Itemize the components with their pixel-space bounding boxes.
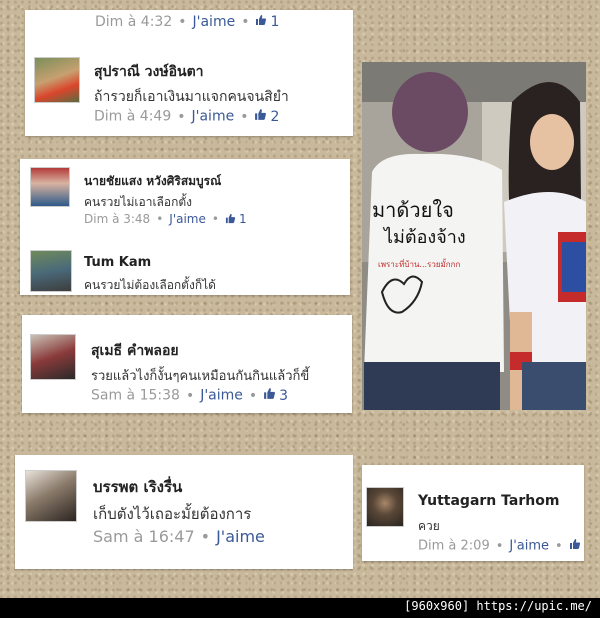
comment-card-1: Dim à 4:32 • J'aime • 1 สุปราณี วงษ์อินตา ถ้… bbox=[25, 10, 353, 136]
comment-text: ควย bbox=[418, 519, 440, 533]
commenter-name[interactable]: สุเมธี คำพลอย bbox=[91, 340, 179, 362]
comment-meta: Dim à 4:32 • J'aime • 1 bbox=[95, 14, 280, 30]
comment-text: เก็บตังไว้เถอะมั้ยต้องการ bbox=[93, 505, 252, 523]
comment-time[interactable]: Dim à 3:48 bbox=[84, 212, 150, 226]
comment-card-4: บรรพต เริงรื่น เก็บตังไว้เถอะมั้ยต้องการ… bbox=[15, 455, 353, 569]
like-button[interactable]: J'aime bbox=[216, 527, 265, 546]
comment-time[interactable]: Dim à 4:49 bbox=[94, 109, 171, 125]
commenter-name[interactable]: สุปราณี วงษ์อินตา bbox=[94, 61, 204, 83]
avatar[interactable] bbox=[366, 487, 404, 527]
like-button[interactable]: J'aime bbox=[192, 109, 235, 125]
shirt-text-line2: ไม่ต้องจ้าง bbox=[384, 227, 466, 248]
commenter-name[interactable]: นายชัยแสง หวังศิริสมบูรณ์ bbox=[84, 172, 221, 191]
avatar[interactable] bbox=[30, 167, 70, 207]
comment-card-5: Yuttagarn Tarhom ควย Dim à 2:09 • J'aime • bbox=[362, 465, 584, 561]
footer-bar: [960x960] https://upic.me/ bbox=[0, 598, 600, 618]
comment-time[interactable]: Sam à 15:38 bbox=[91, 388, 180, 404]
like-count: 1 bbox=[270, 14, 280, 30]
comment-time[interactable]: Dim à 2:09 bbox=[418, 539, 490, 554]
avatar[interactable] bbox=[30, 334, 76, 380]
thumbs-up-icon bbox=[569, 538, 581, 554]
comment-card-2: นายชัยแสง หวังศิริสมบูรณ์ คนรวยไม่เอาเลื… bbox=[20, 159, 350, 295]
commenter-name[interactable]: บรรพต เริงรื่น bbox=[93, 475, 182, 499]
avatar[interactable] bbox=[25, 470, 77, 522]
like-button[interactable]: J'aime bbox=[509, 539, 549, 554]
comment-meta: Dim à 4:49 • J'aime • 2 bbox=[94, 108, 280, 125]
avatar[interactable] bbox=[30, 250, 72, 292]
avatar[interactable] bbox=[34, 57, 80, 103]
thumbs-up-icon bbox=[255, 14, 267, 30]
comment-text: คนรวยไม่เอาเลือกตั้ง bbox=[84, 195, 193, 209]
comment-meta: Sam à 16:47 • J'aime bbox=[93, 527, 265, 546]
thumbs-up-icon bbox=[225, 213, 236, 227]
comment-text: ถ้ารวยก็เอาเงินมาแจกคนจนสิยำ bbox=[94, 89, 289, 105]
like-button[interactable]: J'aime bbox=[193, 14, 236, 30]
comment-text: รวยแล้วไงก็งั้นๆคนเหมือนกันกินแล้วก็ขี้ bbox=[91, 369, 310, 384]
comment-meta: Dim à 3:48 • J'aime • 1 bbox=[84, 212, 247, 227]
like-count: 3 bbox=[279, 387, 289, 404]
comment-meta: Sam à 15:38 • J'aime • 3 bbox=[91, 387, 289, 404]
footer-text[interactable]: [960x960] https://upic.me/ bbox=[404, 599, 592, 613]
corkboard-background: Dim à 4:32 • J'aime • 1 สุปราณี วงษ์อินตา ถ้… bbox=[0, 0, 600, 598]
thumbs-up-icon bbox=[263, 387, 276, 404]
comment-card-3: สุเมธี คำพลอย รวยแล้วไงก็งั้นๆคนเหมือนกั… bbox=[22, 315, 352, 413]
commenter-name[interactable]: Tum Kam bbox=[84, 255, 151, 270]
like-count: 1 bbox=[238, 212, 247, 226]
shirt-text-line3: เพราะที่บ้าน...รวยมั้กกก bbox=[378, 260, 461, 269]
comment-meta: Dim à 2:09 • J'aime • bbox=[418, 538, 581, 554]
commenter-name[interactable]: Yuttagarn Tarhom bbox=[418, 493, 559, 509]
like-button[interactable]: J'aime bbox=[200, 388, 243, 404]
comment-text: คนรวยไม่ต้องเลือกตั้งก็ได้ bbox=[84, 278, 216, 292]
comment-time[interactable]: Dim à 4:32 bbox=[95, 14, 172, 30]
like-button[interactable]: J'aime bbox=[169, 212, 206, 226]
photo: มาด้วยใจ ไม่ต้องจ้าง เพราะที่บ้าน...รวยม… bbox=[362, 62, 586, 410]
comment-time[interactable]: Sam à 16:47 bbox=[93, 527, 195, 546]
like-count: 2 bbox=[270, 108, 280, 125]
thumbs-up-icon bbox=[254, 108, 267, 125]
